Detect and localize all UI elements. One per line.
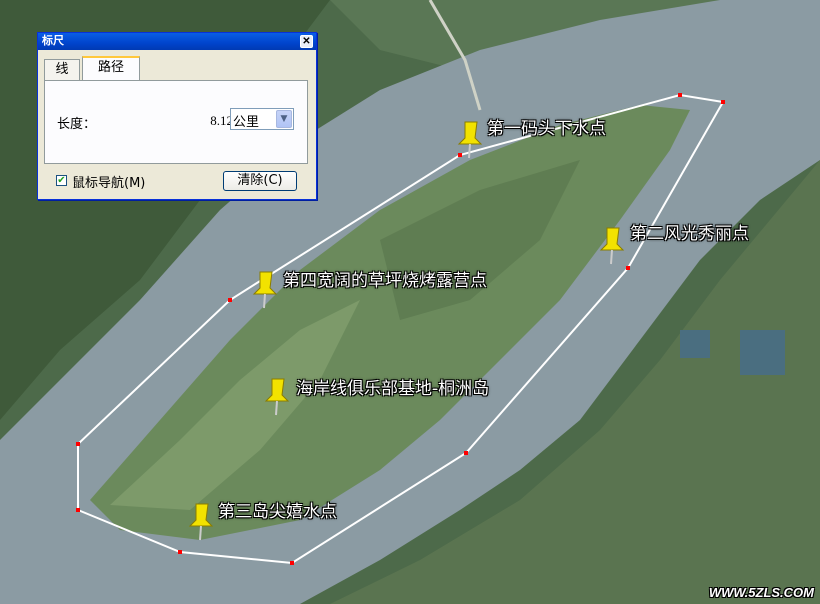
placemark-label[interactable]: 海岸线俱乐部基地-桐洲岛 <box>296 374 489 399</box>
placemark-pin-icon[interactable] <box>250 268 280 310</box>
placemark-pin-icon[interactable] <box>186 500 216 542</box>
length-label: 长度： <box>57 117 97 132</box>
clear-button[interactable]: 清除(C) <box>223 171 297 191</box>
chevron-down-icon[interactable]: ▼ <box>276 110 292 128</box>
tab-line[interactable]: 线 <box>44 59 80 80</box>
mouse-nav-label[interactable]: 鼠标导航(M) <box>72 172 145 191</box>
placemark-label[interactable]: 第一码头下水点 <box>487 114 606 139</box>
dialog-title: 标尺 <box>42 35 64 47</box>
tab-path[interactable]: 路径 <box>82 56 140 82</box>
watermark: WWW.5ZLS.COM <box>708 585 814 600</box>
placemark-label[interactable]: 第四宽阔的草坪烧烤露营点 <box>283 266 487 291</box>
placemark-label[interactable]: 第三岛尖嬉水点 <box>218 497 337 522</box>
placemark-pin-icon[interactable] <box>262 375 292 417</box>
mouse-nav-checkbox[interactable]: ✔ <box>56 175 67 186</box>
placemark-pin-icon[interactable] <box>597 224 627 266</box>
unit-selected: 公里 <box>233 115 260 130</box>
length-value: 8.12 <box>210 113 233 128</box>
unit-select[interactable]: 公里 ▼ <box>230 108 294 130</box>
dialog-titlebar[interactable]: 标尺 ✕ <box>38 33 316 50</box>
placemark-pin-icon[interactable] <box>455 118 485 160</box>
ruler-dialog: 标尺 ✕ 线 路径 长度： 8.12 公里 ▼ ✔ 鼠标导航(M) 清除(C) <box>37 32 317 200</box>
tab-panel: 长度： 8.12 公里 ▼ <box>44 80 308 164</box>
close-icon[interactable]: ✕ <box>300 35 313 48</box>
placemark-label[interactable]: 第二风光秀丽点 <box>630 219 749 244</box>
